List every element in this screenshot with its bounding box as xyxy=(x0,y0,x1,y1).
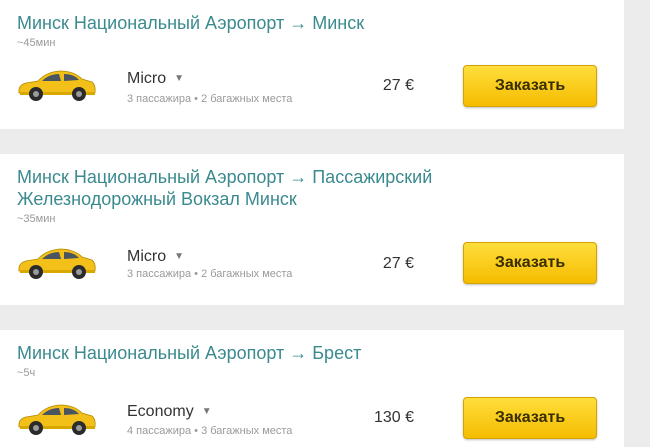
order-button[interactable]: Заказать xyxy=(463,65,597,107)
route-title-line: Минск Национальный Аэропорт → Брест xyxy=(17,343,362,363)
yellow-taxi-hatchback-icon xyxy=(18,70,96,101)
trip-price: 27 € xyxy=(382,77,414,94)
route-title: Минск Национальный Аэропорт → Брест xyxy=(17,342,361,364)
route-title: Минск Национальный Аэропорт → Минск xyxy=(17,12,364,34)
car-capacity: 4 пассажира • 3 багажных места xyxy=(127,425,293,437)
yellow-taxi-hatchback-icon xyxy=(18,404,96,435)
yellow-taxi-hatchback-icon xyxy=(18,248,96,279)
trip-duration: ~45мин xyxy=(17,37,56,49)
route-card-brest: Минск Национальный Аэропорт → Брест ~5ч … xyxy=(0,330,624,447)
car-class-label: Economy xyxy=(127,403,194,420)
caret-down-icon: ▼ xyxy=(174,73,185,85)
car-capacity: 3 пассажира • 2 багажных места xyxy=(127,93,293,105)
trip-duration: ~5ч xyxy=(17,367,36,379)
car-class-selector[interactable]: Economy ▼ xyxy=(127,403,212,421)
route-title-line: Минск Национальный Аэропорт → Пассажирск… xyxy=(17,167,433,187)
car-class-selector[interactable]: Micro ▼ xyxy=(127,248,184,266)
route-title-line: Минск Национальный Аэропорт → Минск xyxy=(17,13,365,33)
trip-price: 27 € xyxy=(382,255,414,272)
order-button[interactable]: Заказать xyxy=(463,242,597,284)
order-button[interactable]: Заказать xyxy=(463,397,597,439)
car-class-label: Micro xyxy=(127,248,167,265)
caret-down-icon: ▼ xyxy=(201,406,212,418)
caret-down-icon: ▼ xyxy=(174,251,185,263)
car-capacity: 3 пассажира • 2 багажных места xyxy=(127,268,293,280)
route-card-railway-station: Минск Национальный Аэропорт → Пассажирск… xyxy=(0,154,624,305)
car-class-label: Micro xyxy=(127,70,167,87)
route-title-line-2: Железнодорожный Вокзал Минск xyxy=(17,189,297,209)
route-title: Минск Национальный Аэропорт → Пассажирск… xyxy=(17,166,432,210)
car-class-selector[interactable]: Micro ▼ xyxy=(127,70,184,88)
trip-duration: ~35мин xyxy=(17,213,56,225)
route-card-minsk: Минск Национальный Аэропорт → Минск ~45м… xyxy=(0,0,624,129)
trip-price: 130 € xyxy=(373,409,414,426)
